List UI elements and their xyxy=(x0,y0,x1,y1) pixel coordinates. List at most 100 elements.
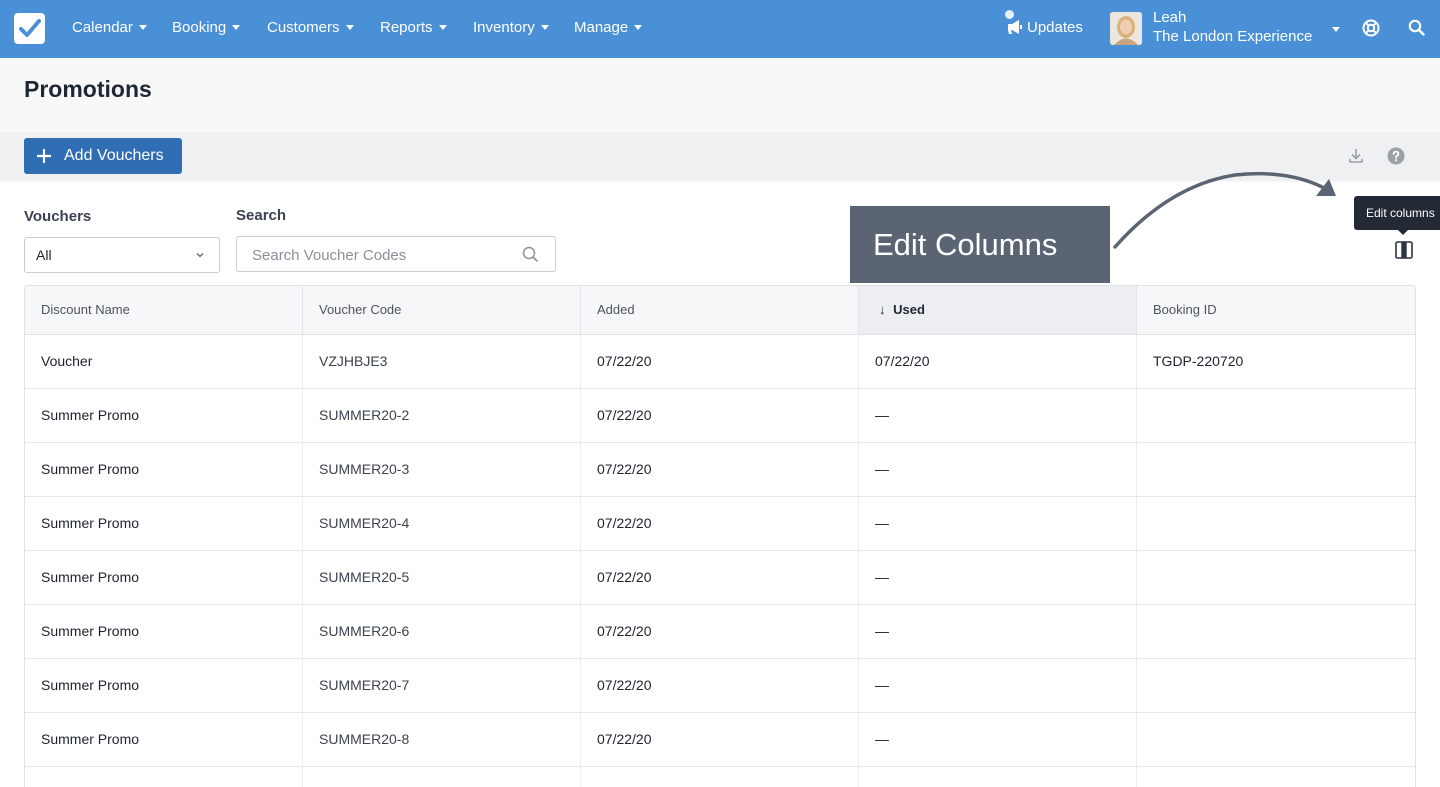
cell-used: — xyxy=(859,497,1137,550)
column-header-added[interactable]: Added xyxy=(581,286,859,334)
nav-inventory-label: Inventory xyxy=(473,19,535,36)
vouchers-select-value: All xyxy=(36,247,52,263)
cell-added: 07/22/20 xyxy=(581,551,859,604)
table-row[interactable]: Summer Promo SUMMER20-5 07/22/20— xyxy=(25,551,1415,605)
edit-columns-tooltip: Edit columns xyxy=(1354,196,1440,235)
cell-booking-id xyxy=(1137,605,1415,658)
table-row[interactable]: Voucher VZJHBJE3 07/22/20 07/22/20 TGDP-2207… xyxy=(25,335,1415,389)
table-row[interactable]: Summer Promo SUMMER20-7 07/22/20— xyxy=(25,659,1415,713)
search-icon[interactable] xyxy=(522,246,539,263)
table-row[interactable]: Summer Promo SUMMER20-8 07/22/20— xyxy=(25,713,1415,767)
column-header-booking-id[interactable]: Booking ID xyxy=(1137,286,1415,334)
nav-calendar-label: Calendar xyxy=(72,19,133,36)
cell-voucher-code: SUMMER20-6 xyxy=(303,605,581,658)
user-menu[interactable]: Leah The London Experience xyxy=(1153,8,1317,46)
search-icon[interactable] xyxy=(1408,19,1425,36)
add-vouchers-label: Add Vouchers xyxy=(64,147,164,164)
cell-used: — xyxy=(859,551,1137,604)
column-header-voucher-code[interactable]: Voucher Code xyxy=(303,286,581,334)
cell-booking-id: TGDP-220720 xyxy=(1153,353,1244,369)
cell-booking-id xyxy=(1137,713,1415,766)
cell-booking-id xyxy=(1137,497,1415,550)
search-voucher-field xyxy=(236,236,556,272)
nav-manage-label: Manage xyxy=(574,19,629,36)
chevron-down-icon xyxy=(634,24,643,30)
cell-discount-name: Summer Promo xyxy=(25,389,303,442)
callout-arrow-icon xyxy=(1113,171,1336,249)
nav-reports[interactable]: Reports xyxy=(380,0,447,58)
cell-voucher-code: SUMMER20-5 xyxy=(303,551,581,604)
plus-icon xyxy=(37,149,51,163)
vouchers-table: Discount Name Voucher Code Added ↓ Used … xyxy=(24,285,1416,787)
cell-used xyxy=(859,767,1137,787)
cell-booking-id xyxy=(1137,659,1415,712)
edit-columns-callout: Edit Columns xyxy=(850,206,1110,283)
column-header-used-label: Used xyxy=(893,302,925,317)
nav-inventory[interactable]: Inventory xyxy=(473,0,549,58)
nav-customers-label: Customers xyxy=(267,19,340,36)
vouchers-filter-label: Vouchers xyxy=(24,208,92,225)
user-org: The London Experience xyxy=(1153,28,1313,45)
cell-added: 07/22/20 xyxy=(581,443,859,496)
cell-voucher-code: SUMMER20-3 xyxy=(303,443,581,496)
cell-booking-id xyxy=(1137,767,1415,787)
chevron-down-icon xyxy=(540,24,549,30)
cell-added: 07/22/20 xyxy=(581,389,859,442)
nav-calendar[interactable]: Calendar xyxy=(72,0,147,58)
cell-used: — xyxy=(859,605,1137,658)
updates-button[interactable]: Updates xyxy=(1005,0,1083,58)
cell-discount-name: Summer Promo xyxy=(25,443,303,496)
help-icon[interactable] xyxy=(1387,147,1405,165)
table-row[interactable] xyxy=(25,767,1415,787)
notification-dot xyxy=(1005,10,1014,19)
chevron-down-icon xyxy=(232,24,241,30)
vouchers-select[interactable]: All xyxy=(24,237,220,273)
help-lifebuoy-icon[interactable] xyxy=(1362,19,1380,37)
cell-voucher-code: SUMMER20-2 xyxy=(303,389,581,442)
column-header-discount-name[interactable]: Discount Name xyxy=(25,286,303,334)
avatar[interactable] xyxy=(1110,12,1142,45)
chevron-down-icon xyxy=(438,24,447,30)
cell-booking-id xyxy=(1137,389,1415,442)
cell-discount-name: Summer Promo xyxy=(25,551,303,604)
nav-manage[interactable]: Manage xyxy=(574,0,643,58)
cell-discount-name: Summer Promo xyxy=(25,497,303,550)
chevron-down-icon xyxy=(196,252,204,258)
search-filter-label: Search xyxy=(236,207,287,224)
nav-customers[interactable]: Customers xyxy=(267,0,354,58)
edit-columns-icon[interactable] xyxy=(1393,239,1415,261)
cell-used: — xyxy=(859,389,1137,442)
cell-voucher-code: SUMMER20-8 xyxy=(303,713,581,766)
table-row[interactable]: Summer Promo SUMMER20-2 07/22/20— xyxy=(25,389,1415,443)
cell-voucher-code: SUMMER20-7 xyxy=(303,659,581,712)
add-vouchers-button[interactable]: Add Vouchers xyxy=(24,138,182,174)
cell-added xyxy=(581,767,859,787)
column-header-used[interactable]: ↓ Used xyxy=(859,286,1137,334)
cell-used: — xyxy=(859,443,1137,496)
cell-added: 07/22/20 xyxy=(581,659,859,712)
table-row[interactable]: Summer Promo SUMMER20-4 07/22/20— xyxy=(25,497,1415,551)
nav-booking-label: Booking xyxy=(172,19,227,36)
cell-used: — xyxy=(859,659,1137,712)
cell-booking-id xyxy=(1137,443,1415,496)
user-name: Leah xyxy=(1153,9,1187,26)
cell-discount-name: Summer Promo xyxy=(25,605,303,658)
table-row[interactable]: Summer Promo SUMMER20-6 07/22/20— xyxy=(25,605,1415,659)
cell-voucher-code: VZJHBJE3 xyxy=(303,335,581,388)
sort-descending-icon: ↓ xyxy=(879,302,886,317)
cell-discount-name: Summer Promo xyxy=(25,713,303,766)
nav-booking[interactable]: Booking xyxy=(172,0,241,58)
table-row[interactable]: Summer Promo SUMMER20-3 07/22/20— xyxy=(25,443,1415,497)
download-icon[interactable] xyxy=(1348,147,1364,164)
cell-discount-name xyxy=(25,767,303,787)
chevron-down-icon xyxy=(345,24,354,30)
cell-added: 07/22/20 xyxy=(581,605,859,658)
page-header xyxy=(0,58,1440,132)
top-nav: Calendar Booking Customers Reports Inven… xyxy=(0,0,1440,58)
cell-added: 07/22/20 xyxy=(581,497,859,550)
chevron-down-icon xyxy=(138,24,147,30)
user-menu-chevron-icon[interactable] xyxy=(1332,27,1340,32)
app-logo-icon[interactable] xyxy=(14,13,45,44)
cell-added: 07/22/20 xyxy=(581,335,859,388)
search-voucher-input[interactable] xyxy=(252,244,512,266)
